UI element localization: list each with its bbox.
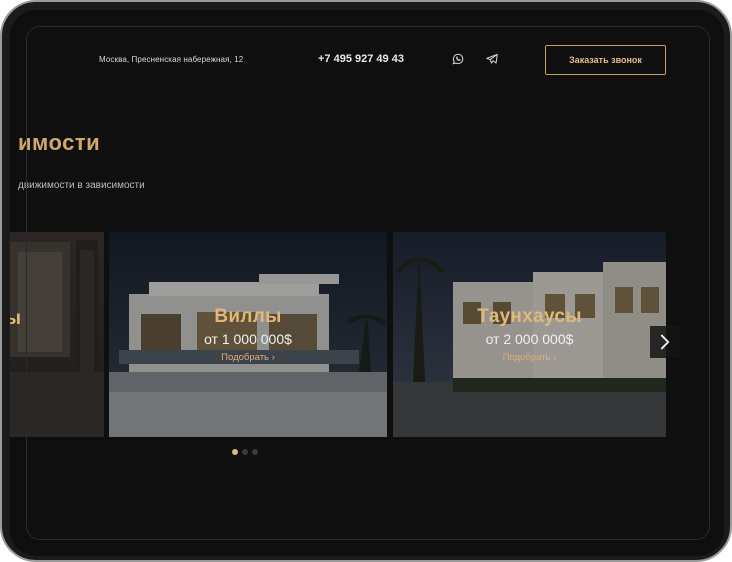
content-frame [26, 26, 710, 540]
tablet-device-frame: Москва, Пресненская набережная, 12 +7 49… [0, 0, 732, 562]
device-screen: Москва, Пресненская набережная, 12 +7 49… [10, 10, 724, 556]
